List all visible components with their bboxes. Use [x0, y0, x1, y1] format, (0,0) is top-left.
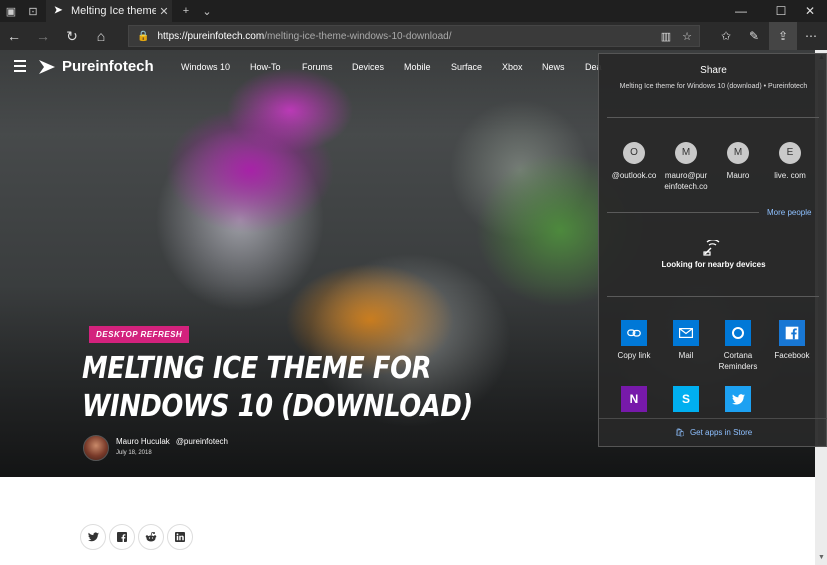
tab-bar: ▣ ⊡ ➤ Melting Ice theme for W ✕ + ⌄ — ☐ … — [0, 0, 827, 22]
nav-news[interactable]: News — [542, 62, 565, 72]
publish-date: July 18, 2018 — [116, 450, 152, 456]
lock-icon: 🔒 — [137, 30, 150, 42]
contact-avatar: O — [623, 142, 645, 164]
contact-name: @outlook.co — [611, 171, 657, 180]
divider — [607, 212, 759, 213]
tab-manager-icon[interactable]: ▣ — [0, 0, 22, 22]
onenote-icon: N — [621, 386, 647, 412]
contact-name: live. com — [774, 171, 806, 180]
contact-avatar: M — [727, 142, 749, 164]
cortana-icon — [725, 320, 751, 346]
nav-devices[interactable]: Devices — [352, 62, 384, 72]
site-logo[interactable]: Pureinfotech — [62, 58, 154, 75]
app-skype[interactable]: S — [659, 386, 713, 416]
nav-forums[interactable]: Forums — [302, 62, 333, 72]
nav-surface[interactable]: Surface — [451, 62, 482, 72]
app-cortana-reminders[interactable]: Cortana Reminders — [711, 320, 765, 372]
facebook-icon[interactable] — [109, 524, 135, 550]
url-host: https://pureinfotech.com — [157, 30, 265, 42]
divider — [607, 117, 819, 118]
share-title: Share — [700, 65, 727, 76]
app-facebook[interactable]: Facebook — [765, 320, 819, 361]
mail-icon — [673, 320, 699, 346]
get-apps-in-store-link[interactable]: 🛍 Get apps in Store — [599, 428, 827, 437]
browser-window: ▣ ⊡ ➤ Melting Ice theme for W ✕ + ⌄ — ☐ … — [0, 0, 827, 565]
app-mail[interactable]: Mail — [659, 320, 713, 361]
minimize-button[interactable]: — — [724, 0, 758, 22]
author-line: Mauro Huculak @pureinfotech — [116, 437, 228, 446]
share-icon[interactable]: ⇪ — [769, 22, 797, 50]
home-button[interactable]: ⌂ — [87, 22, 115, 50]
more-people-link[interactable]: More people — [767, 208, 811, 217]
app-label: Facebook — [774, 351, 810, 360]
twitter-icon — [725, 386, 751, 412]
skype-icon: S — [673, 386, 699, 412]
navigation-bar: ← → ↻ ⌂ 🔒 https://pureinfotech.com/melti… — [0, 22, 827, 50]
forward-button[interactable]: → — [29, 22, 57, 50]
nav-mobile[interactable]: Mobile — [404, 62, 431, 72]
app-label: Mail — [678, 351, 694, 360]
facebook-icon — [779, 320, 805, 346]
article-headline: MELTING ICE THEME FOR WINDOWS 10 (DOWNLO… — [82, 351, 473, 424]
author-handle[interactable]: @pureinfotech — [176, 437, 228, 446]
nearby-share-icon — [699, 238, 725, 258]
contact-name: mauro@pur einfotech.co — [664, 171, 708, 191]
set-aside-tabs-icon[interactable]: ⊡ — [22, 0, 44, 22]
close-window-button[interactable]: ✕ — [793, 0, 827, 22]
app-copy-link[interactable]: Copy link — [607, 320, 661, 361]
address-bar[interactable]: 🔒 https://pureinfotech.com/melting-ice-t… — [128, 25, 700, 47]
scroll-down-arrow-icon[interactable]: ▼ — [818, 554, 825, 561]
new-tab-icon[interactable]: + — [175, 0, 197, 22]
tab-title: Melting Ice theme for W — [71, 5, 156, 17]
app-onenote[interactable]: N — [607, 386, 661, 416]
contact-name: Mauro — [726, 171, 750, 180]
notes-pen-icon[interactable]: ✎ — [740, 22, 768, 50]
twitter-icon[interactable] — [80, 524, 106, 550]
pureinfotech-favicon: ➤ — [54, 5, 63, 16]
refresh-button[interactable]: ↻ — [58, 22, 86, 50]
divider — [599, 418, 827, 419]
contact-1[interactable]: O @outlook.co — [609, 142, 659, 181]
app-label: Copy link — [617, 351, 651, 360]
nav-xbox[interactable]: Xbox — [502, 62, 523, 72]
back-button[interactable]: ← — [0, 22, 28, 50]
author-avatar[interactable] — [83, 435, 109, 461]
favorites-icon[interactable]: ✩ — [712, 22, 740, 50]
contact-avatar: M — [675, 142, 697, 164]
author-name[interactable]: Mauro Huculak — [116, 437, 170, 446]
linkedin-icon[interactable] — [167, 524, 193, 550]
tab-active[interactable]: ➤ Melting Ice theme for W ✕ — [46, 0, 172, 22]
store-link-label: Get apps in Store — [689, 428, 753, 437]
social-share-row — [80, 524, 196, 550]
link-icon — [621, 320, 647, 346]
nav-windows-10[interactable]: Windows 10 — [181, 62, 230, 72]
more-options-icon[interactable]: ⋯ — [797, 22, 825, 50]
contact-2[interactable]: M mauro@pur einfotech.co — [661, 142, 711, 192]
url-path: /melting-ice-theme-windows-10-download/ — [264, 30, 452, 42]
app-label: Cortana Reminders — [718, 351, 758, 371]
favorite-star-icon[interactable]: ☆ — [678, 28, 696, 44]
reddit-icon[interactable] — [138, 524, 164, 550]
tab-preview-chevron-icon[interactable]: ⌄ — [196, 0, 218, 22]
store-bag-icon: 🛍 — [674, 428, 685, 437]
category-badge[interactable]: DESKTOP REFRESH — [89, 326, 190, 343]
pureinfotech-logo-icon[interactable] — [37, 57, 57, 77]
app-twitter[interactable] — [711, 386, 765, 416]
reading-view-icon[interactable]: ▥ — [657, 28, 675, 44]
nav-how-to[interactable]: How-To — [250, 62, 281, 72]
contact-avatar: E — [779, 142, 801, 164]
contact-4[interactable]: E live. com — [765, 142, 815, 181]
divider — [607, 296, 819, 297]
share-pane: Share Melting Ice theme for Windows 10 (… — [598, 53, 827, 447]
hamburger-menu-icon[interactable] — [14, 60, 26, 72]
contact-3[interactable]: M Mauro — [713, 142, 763, 181]
nearby-devices-status: Looking for nearby devices — [661, 260, 766, 269]
close-tab-icon[interactable]: ✕ — [156, 5, 172, 18]
share-subtitle: Melting Ice theme for Windows 10 (downlo… — [619, 83, 808, 90]
